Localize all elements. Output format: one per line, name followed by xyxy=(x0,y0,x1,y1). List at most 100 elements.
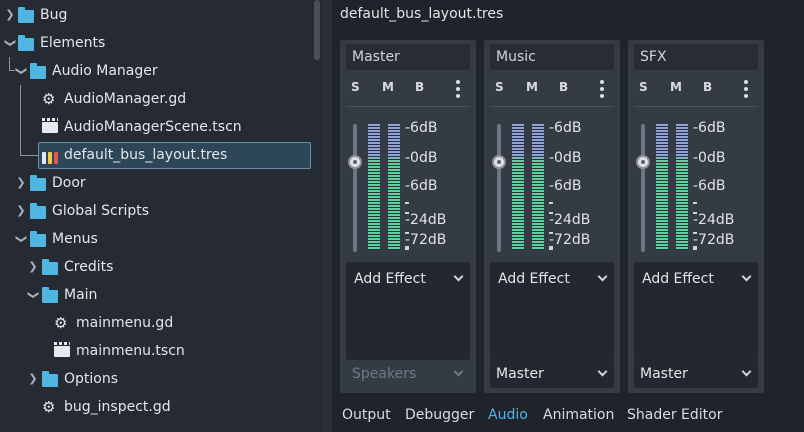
chevron-down-icon[interactable]: ❯ xyxy=(15,65,28,77)
level-meter-right xyxy=(388,124,400,250)
tree-item-credits[interactable]: ❯ Credits xyxy=(0,253,310,281)
bus-name-field[interactable]: Master xyxy=(346,44,470,70)
bus-output-select[interactable]: Master xyxy=(490,360,614,388)
solo-toggle[interactable]: S xyxy=(351,80,360,94)
tree-item-label: Credits xyxy=(64,259,114,275)
bus-name-field[interactable]: SFX xyxy=(634,44,758,70)
tab-debugger[interactable]: Debugger xyxy=(405,407,474,423)
add-effect-label: Add Effect xyxy=(642,271,714,287)
bus-strip-music: Music S M B -6dB -0dB -6dB -24dB -72dB A… xyxy=(484,40,620,393)
divider xyxy=(490,106,614,107)
audio-bus-layout-icon xyxy=(42,148,58,164)
divider xyxy=(346,106,470,107)
kebab-menu-icon[interactable] xyxy=(456,80,460,98)
tree-item-audiomanagerscene[interactable]: AudioManagerScene.tscn xyxy=(0,113,310,141)
folder-icon xyxy=(30,203,46,220)
level-meter-left xyxy=(512,124,524,250)
tree-item-label: Audio Manager xyxy=(52,63,158,79)
tree-item-label: AudioManagerScene.tscn xyxy=(64,119,242,135)
tab-audio[interactable]: Audio xyxy=(488,407,528,423)
chevron-right-icon[interactable]: ❯ xyxy=(27,373,39,385)
bus-output-label: Master xyxy=(496,366,544,382)
tree-item-label: AudioManager.gd xyxy=(64,91,187,107)
chevron-down-icon[interactable]: ❯ xyxy=(4,37,17,49)
chevron-down-icon xyxy=(741,366,752,377)
chevron-down-icon xyxy=(597,271,608,282)
volume-slider[interactable] xyxy=(641,124,645,252)
add-effect-dropdown[interactable]: Add Effect xyxy=(634,262,758,294)
mute-toggle[interactable]: M xyxy=(670,80,682,94)
db-tick xyxy=(693,232,697,234)
db-label: -6dB xyxy=(549,178,582,194)
volume-slider[interactable] xyxy=(353,124,357,252)
db-label: -72dB xyxy=(693,232,735,248)
db-label: -6dB xyxy=(549,120,582,136)
tree-item-label: Door xyxy=(52,175,86,191)
mute-toggle[interactable]: M xyxy=(382,80,394,94)
solo-toggle[interactable]: S xyxy=(495,80,504,94)
add-effect-dropdown[interactable]: Add Effect xyxy=(490,262,614,294)
bus-name-field[interactable]: Music xyxy=(490,44,614,70)
mute-toggle[interactable]: M xyxy=(526,80,538,94)
tree-item-mainmenu-tscn[interactable]: mainmenu.tscn xyxy=(0,337,310,365)
tab-animation[interactable]: Animation xyxy=(543,407,614,423)
folder-icon xyxy=(42,371,58,388)
tree-item-audiomanager-gd[interactable]: ⚙ AudioManager.gd xyxy=(0,85,310,113)
db-tick xyxy=(405,246,409,250)
chevron-right-icon[interactable]: ❯ xyxy=(27,261,39,273)
tab-output[interactable]: Output xyxy=(342,407,391,423)
bypass-toggle[interactable]: B xyxy=(415,80,424,94)
filesystem-tree: ❯ Bug ❯ Elements ❯ Audio Manager ⚙ Audio… xyxy=(0,0,322,432)
volume-slider[interactable] xyxy=(497,124,501,252)
db-tick xyxy=(549,246,553,250)
tree-item-label: Elements xyxy=(40,35,106,51)
tree-item-audio-manager[interactable]: ❯ Audio Manager xyxy=(0,57,310,85)
folder-icon xyxy=(18,35,34,52)
panel-splitter[interactable] xyxy=(322,0,332,432)
effects-list: Add Effect xyxy=(346,262,470,360)
bus-strip-sfx: SFX S M B -6dB -0dB -6dB -24dB -72dB Add… xyxy=(628,40,764,393)
kebab-menu-icon[interactable] xyxy=(744,80,748,98)
tree-item-mainmenu-gd[interactable]: ⚙ mainmenu.gd xyxy=(0,309,310,337)
volume-slider-grabber[interactable] xyxy=(492,155,506,169)
volume-slider-grabber[interactable] xyxy=(636,155,650,169)
tree-item-menus[interactable]: ❯ Menus xyxy=(0,225,310,253)
tree-item-elements[interactable]: ❯ Elements xyxy=(0,29,310,57)
volume-slider-grabber[interactable] xyxy=(348,155,362,169)
tree-item-door[interactable]: ❯ Door xyxy=(0,169,310,197)
tree-item-label: Bug xyxy=(40,7,68,23)
add-effect-dropdown[interactable]: Add Effect xyxy=(346,262,470,294)
db-label: -6dB xyxy=(693,178,726,194)
tree-item-options[interactable]: ❯ Options xyxy=(0,365,310,393)
solo-toggle[interactable]: S xyxy=(639,80,648,94)
bus-output-select[interactable]: Master xyxy=(634,360,758,388)
tree-item-global-scripts[interactable]: ❯ Global Scripts xyxy=(0,197,310,225)
effects-list: Add Effect xyxy=(490,262,614,360)
tree-item-main[interactable]: ❯ Main xyxy=(0,281,310,309)
audio-bus-editor: default_bus_layout.tres Master S M B -6d… xyxy=(332,0,804,432)
gear-script-icon: ⚙ xyxy=(54,314,68,332)
chevron-right-icon[interactable]: ❯ xyxy=(15,205,27,217)
bus-output-label: Speakers xyxy=(352,366,417,382)
tree-item-bug[interactable]: ❯ Bug xyxy=(0,1,310,29)
tab-shader-editor[interactable]: Shader Editor xyxy=(627,407,722,423)
chevron-down-icon xyxy=(453,366,464,377)
chevron-right-icon[interactable]: ❯ xyxy=(15,177,27,189)
db-label: -24dB xyxy=(405,212,447,228)
db-label: -72dB xyxy=(405,232,447,248)
tree-scrollbar[interactable] xyxy=(314,0,320,60)
effects-list: Add Effect xyxy=(634,262,758,360)
bypass-toggle[interactable]: B xyxy=(703,80,712,94)
chevron-down-icon[interactable]: ❯ xyxy=(27,289,40,301)
folder-icon xyxy=(42,259,58,276)
bypass-toggle[interactable]: B xyxy=(559,80,568,94)
kebab-menu-icon[interactable] xyxy=(600,80,604,98)
bus-layout-file-title: default_bus_layout.tres xyxy=(340,6,504,22)
tree-item-default-bus-layout[interactable]: default_bus_layout.tres xyxy=(38,142,311,169)
chevron-right-icon[interactable]: ❯ xyxy=(4,9,16,21)
chevron-down-icon[interactable]: ❯ xyxy=(15,233,28,245)
tree-item-label: Options xyxy=(64,371,119,387)
level-meter-left xyxy=(656,124,668,250)
db-label: -6dB xyxy=(693,120,726,136)
tree-item-bug-inspect[interactable]: ⚙ bug_inspect.gd xyxy=(0,393,310,421)
